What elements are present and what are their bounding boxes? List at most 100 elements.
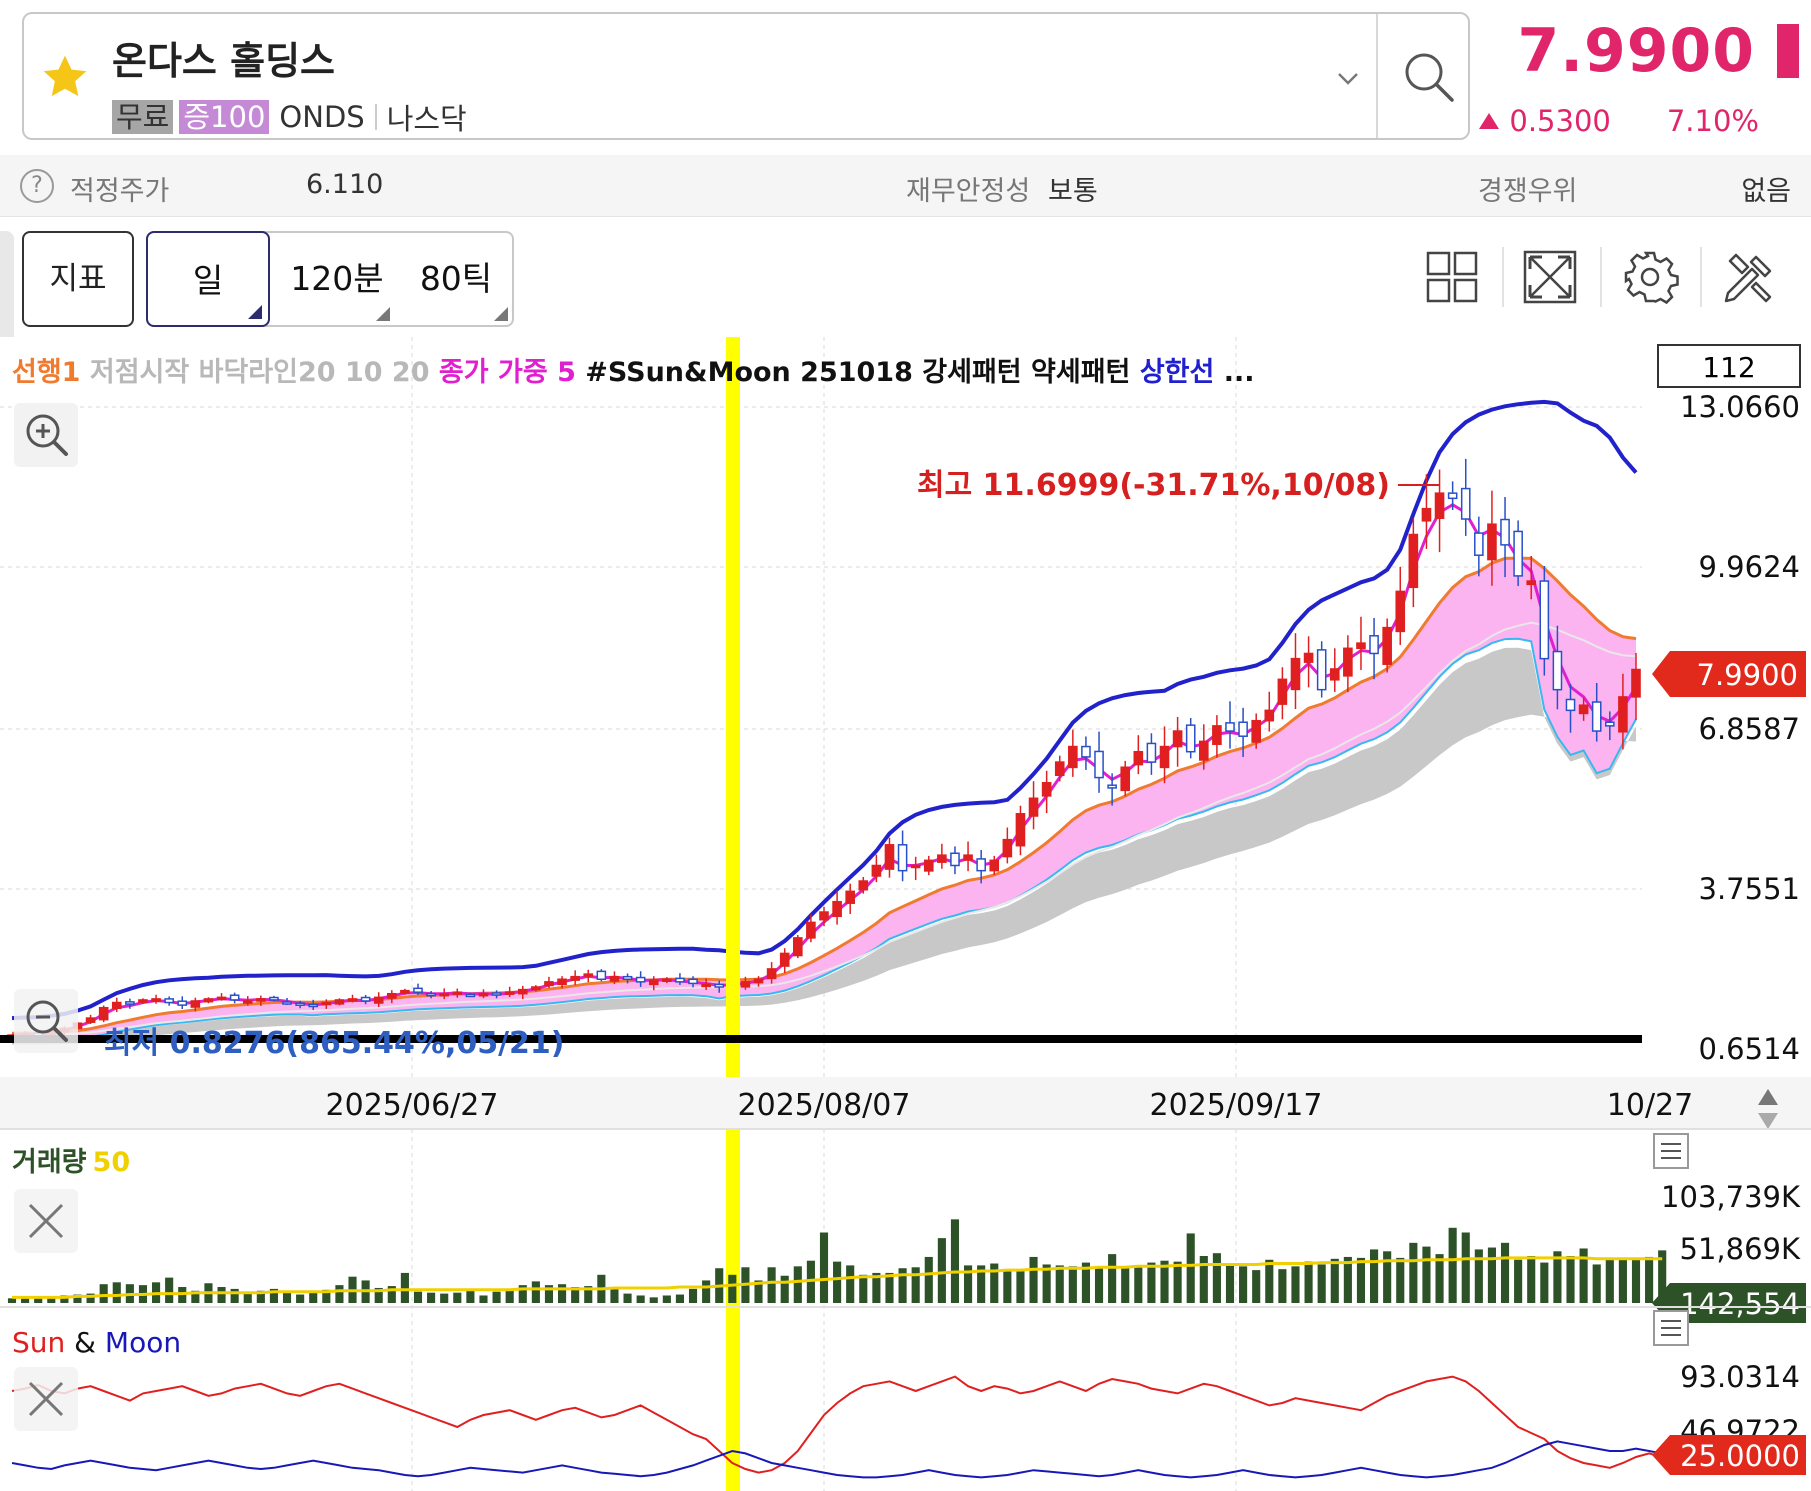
- period-day-button[interactable]: 일: [146, 231, 270, 327]
- volume-bar: [1121, 1266, 1130, 1303]
- volume-bar: [780, 1275, 789, 1303]
- free-badge: 무료: [112, 100, 174, 134]
- volume-y-label: 103,739K: [1661, 1180, 1801, 1214]
- volume-bar: [440, 1293, 449, 1303]
- zoom-out-icon[interactable]: [14, 989, 78, 1053]
- volume-bar: [1592, 1264, 1601, 1303]
- chevron-down-icon[interactable]: [1332, 62, 1364, 94]
- volume-bar: [1631, 1257, 1641, 1303]
- volume-bar: [1055, 1265, 1064, 1303]
- legend-item: #SSun&Moon 251018 강세패턴 약세패턴: [585, 357, 1140, 388]
- volume-bar: [1566, 1255, 1575, 1303]
- volume-bar: [1094, 1266, 1104, 1303]
- settings-gear-icon[interactable]: [1620, 247, 1680, 307]
- drawing-tools-icon[interactable]: [1720, 247, 1780, 307]
- volume-bar: [1317, 1264, 1326, 1303]
- fullscreen-icon[interactable]: [1520, 247, 1580, 307]
- volume-bar: [793, 1266, 802, 1303]
- volume-bar: [1304, 1261, 1313, 1303]
- grid-layout-icon[interactable]: [1422, 247, 1482, 307]
- close-volume-icon[interactable]: [14, 1189, 78, 1253]
- help-icon[interactable]: ?: [20, 169, 54, 203]
- valuation-info-row: ? 적정주가 6.110 재무안정성 보통 경쟁우위 없음: [0, 155, 1811, 217]
- svg-text:112: 112: [1702, 351, 1755, 384]
- volume-bar: [34, 1298, 43, 1303]
- volume-bar: [767, 1267, 776, 1303]
- volume-bar: [1500, 1242, 1510, 1303]
- volume-bar: [924, 1256, 933, 1303]
- candle: [98, 1005, 109, 1023]
- period-selector: 일 120분 80틱: [146, 231, 514, 327]
- volume-bar: [1409, 1242, 1418, 1303]
- favorite-star-icon[interactable]: [38, 50, 92, 104]
- oscillator-menu-icon[interactable]: [1653, 1310, 1689, 1346]
- legend-item: 선행1: [12, 357, 80, 388]
- legend-item: ...: [1214, 357, 1254, 388]
- zoom-in-icon[interactable]: [14, 403, 78, 467]
- volume-bar: [413, 1291, 423, 1303]
- close-oscillator-icon[interactable]: [14, 1367, 78, 1431]
- volume-bar: [1645, 1256, 1654, 1303]
- volume-bar: [453, 1292, 462, 1303]
- indicator-button[interactable]: 지표: [22, 231, 134, 327]
- volume-bar: [1108, 1254, 1117, 1303]
- margin-badge: 증100: [179, 100, 270, 134]
- tag-separator: [374, 104, 377, 130]
- volume-bar: [649, 1297, 658, 1303]
- volume-bar: [911, 1267, 920, 1303]
- count-box[interactable]: 112: [1657, 344, 1801, 388]
- candle: [792, 934, 803, 959]
- candle: [1539, 566, 1550, 676]
- x-tick-label: 10/27: [1607, 1088, 1693, 1123]
- volume-bar: [1435, 1254, 1444, 1303]
- volume-bar: [1265, 1259, 1274, 1303]
- volume-bar: [1487, 1247, 1496, 1303]
- volume-bar: [112, 1282, 121, 1303]
- period-80tick-button[interactable]: 80틱: [398, 231, 514, 327]
- low-annotation: 최저 0.8276(865.44%,05/21): [104, 1026, 565, 1061]
- volume-bar: [623, 1293, 632, 1303]
- search-icon[interactable]: [1396, 44, 1462, 110]
- side-drawer-handle[interactable]: [0, 231, 14, 351]
- candle: [334, 998, 345, 1006]
- current-price-tag: 7.9900: [1652, 651, 1806, 697]
- volume-bar: [1252, 1270, 1261, 1303]
- indicator-legend[interactable]: 선행1 저점시작 바닥라인20 10 20 종가 가중 5 #SSun&Moon…: [12, 357, 1255, 388]
- legend-item: 상한선: [1140, 357, 1215, 388]
- high-annotation: 최고 11.6999(-31.71%,10/08): [917, 468, 1390, 503]
- stock-selector[interactable]: 온다스 홀딩스 무료 증100 ONDS 나스닥: [22, 12, 1470, 140]
- volume-bar: [1370, 1249, 1379, 1303]
- volume-bar: [859, 1274, 868, 1303]
- stock-chart[interactable]: 선행1 저점시작 바닥라인20 10 20 종가 가중 5 #SSun&Moon…: [0, 337, 1811, 1491]
- volume-bar: [1540, 1262, 1549, 1303]
- volume-bar: [833, 1261, 842, 1303]
- volume-bar: [1514, 1259, 1523, 1303]
- period-120min-button[interactable]: 120분: [278, 231, 396, 327]
- y-tick-label: 13.0660: [1680, 390, 1800, 424]
- volume-bar: [1029, 1256, 1038, 1303]
- fair-price-value: 6.110: [306, 169, 384, 200]
- volume-bar: [1134, 1265, 1143, 1303]
- volume-bar: [1330, 1258, 1339, 1303]
- up-triangle-icon: [1479, 113, 1500, 129]
- y-tick-label: 3.7551: [1699, 872, 1800, 906]
- volume-bar: [1356, 1257, 1366, 1303]
- volume-bar: [335, 1285, 344, 1303]
- volume-bar: [165, 1277, 174, 1303]
- volume-bar: [309, 1292, 318, 1303]
- financial-stability-label: 재무안정성: [906, 176, 1031, 207]
- volume-menu-icon[interactable]: [1653, 1133, 1689, 1169]
- y-tick-label: 6.8587: [1699, 712, 1800, 746]
- financial-stability-value: 보통: [1048, 176, 1098, 207]
- volume-bar: [1068, 1266, 1077, 1303]
- volume-bar: [466, 1290, 475, 1303]
- chart-toolbar: 지표 일 120분 80틱: [0, 217, 1811, 351]
- competitive-advantage-value: 없음: [1741, 176, 1791, 207]
- oscillator-y-label: 93.0314: [1680, 1360, 1800, 1394]
- volume-y-label: 51,869K: [1680, 1232, 1801, 1266]
- candle: [596, 969, 607, 982]
- legend-item: 저점시작 바닥라인20 10 20: [80, 357, 438, 388]
- ticker-symbol: ONDS: [279, 100, 365, 134]
- legend-item: 종가 가중 5: [439, 357, 585, 388]
- volume-bar: [492, 1291, 501, 1303]
